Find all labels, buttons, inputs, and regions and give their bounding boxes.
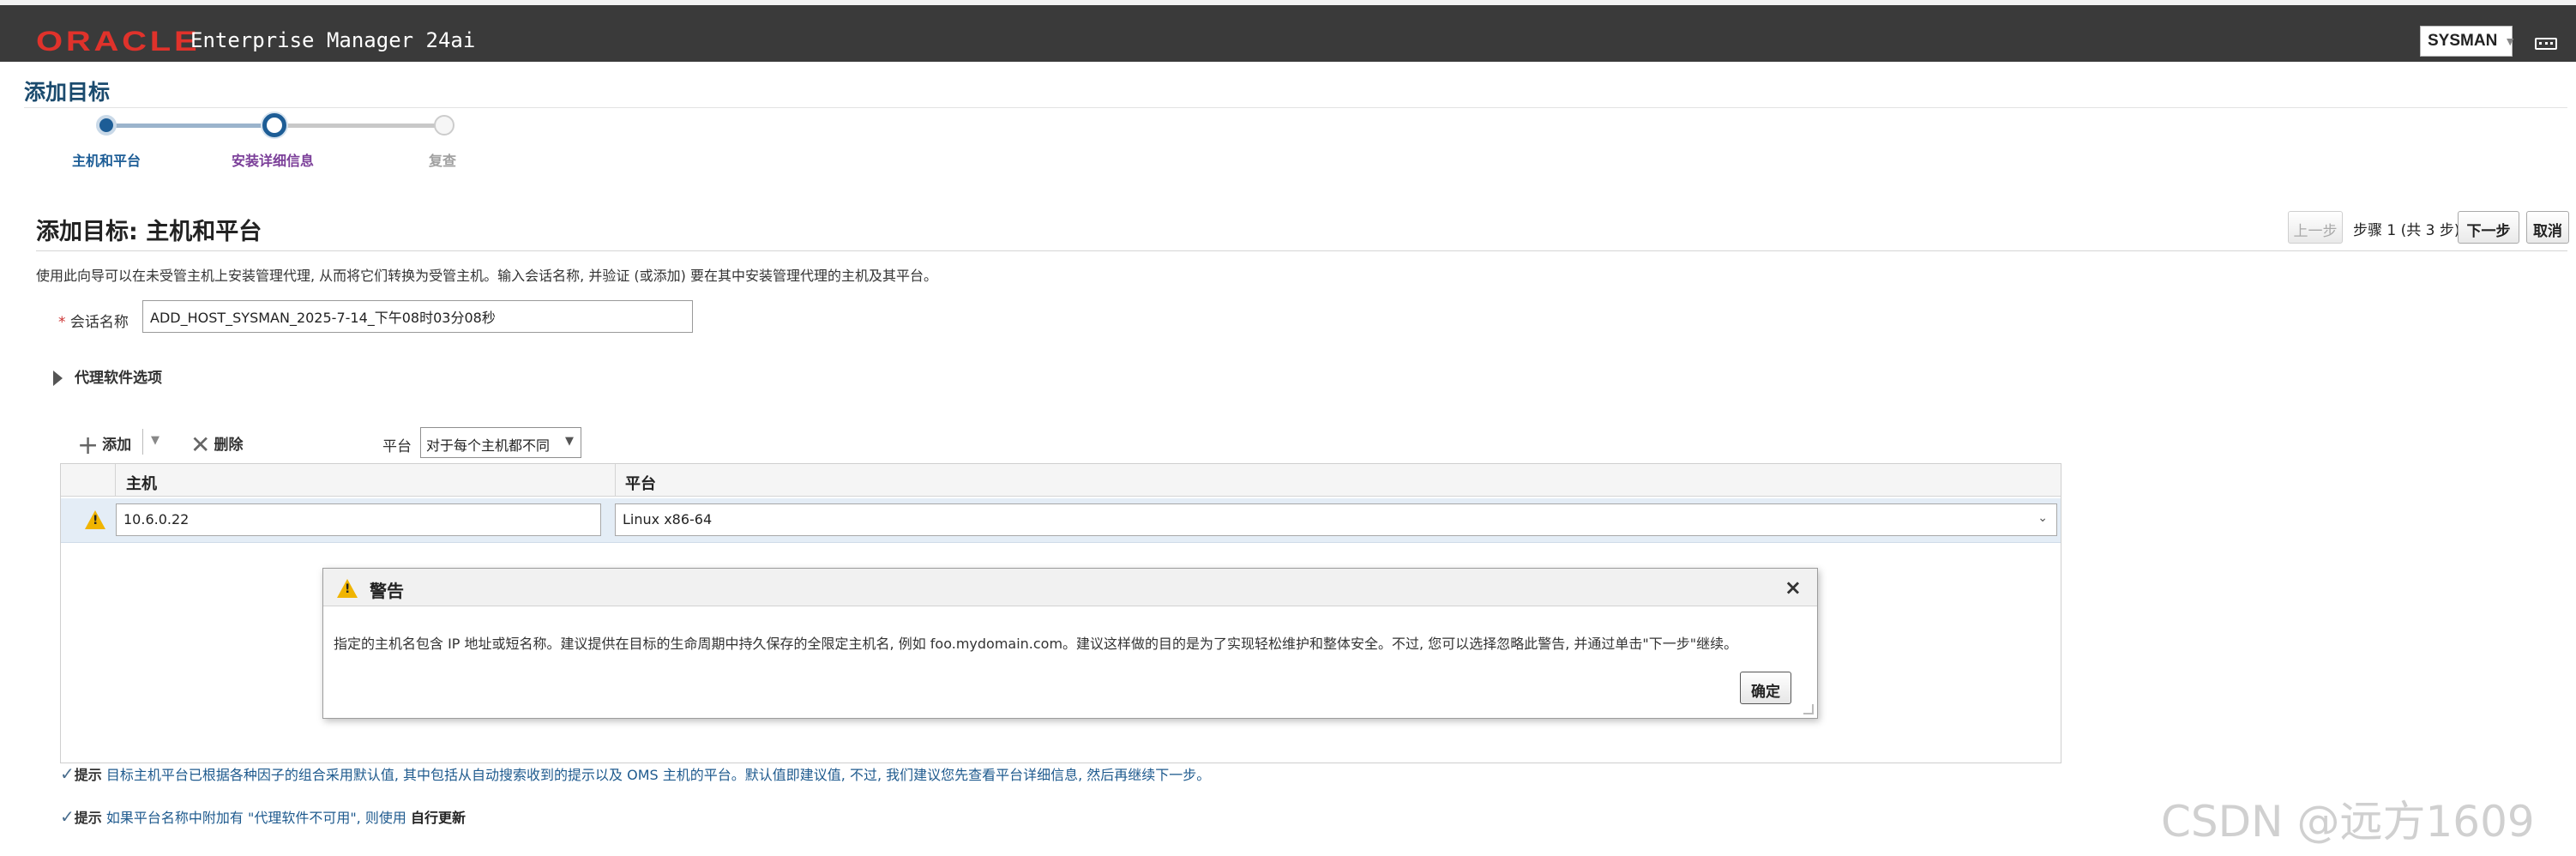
oracle-logo[interactable]: ORACLE xyxy=(36,26,200,57)
train-step-3-label: 复查 xyxy=(429,153,457,169)
toolbar-separator xyxy=(142,429,143,455)
warning-icon: ! xyxy=(85,510,105,529)
dialog-header[interactable]: ! 警告 × xyxy=(323,569,1817,606)
required-marker: * xyxy=(58,314,66,331)
chevron-down-icon: ⌄ xyxy=(2037,511,2048,525)
host-input[interactable]: 10.6.0.22 xyxy=(116,503,601,536)
checkmark-icon: ✓ xyxy=(60,763,75,784)
session-name-label: * 会话名称 xyxy=(58,310,129,331)
train-connector xyxy=(276,124,444,128)
tip-label: 提示 xyxy=(74,767,102,783)
dialog-message: 指定的主机名包含 IP 地址或短名称。建议提供在目标的生命周期中持久保存的全限定… xyxy=(334,636,1738,652)
column-header-host[interactable]: 主机 xyxy=(126,472,157,494)
step-indicator: 步骤 1 (共 3 步) xyxy=(2353,222,2460,239)
train-step-2-dot[interactable] xyxy=(262,113,286,137)
warning-dialog: ! 警告 × 指定的主机名包含 IP 地址或短名称。建议提供在目标的生命周期中持… xyxy=(322,568,1818,719)
self-update-link[interactable]: 自行更新 xyxy=(411,810,466,826)
top-bar: ORACLE Enterprise Manager 24ai SYSMAN ▼ xyxy=(0,0,2576,62)
delete-button[interactable]: ✕ 删除 xyxy=(190,431,243,459)
platform-select-value: 对于每个主机都不同 xyxy=(426,437,551,454)
warning-icon: ! xyxy=(337,579,358,598)
train-step-1-label[interactable]: 主机和平台 xyxy=(72,149,141,170)
plus-icon: + xyxy=(77,431,99,461)
add-dropdown-icon[interactable]: ▼ xyxy=(151,434,159,447)
platform-row-select[interactable]: Linux x86-64 ⌄ xyxy=(615,503,2057,536)
user-name: SYSMAN xyxy=(2428,32,2498,50)
train-step-1-dot[interactable] xyxy=(96,115,117,136)
divider xyxy=(36,250,2567,251)
chevron-down-icon: ▼ xyxy=(565,435,574,448)
user-menu[interactable]: SYSMAN ▼ xyxy=(2420,26,2517,57)
selector-column-header xyxy=(61,464,116,497)
product-name: Enterprise Manager 24ai xyxy=(190,28,476,52)
disclosure-triangle-icon xyxy=(53,371,63,386)
checkmark-icon: ✓ xyxy=(60,806,75,827)
tip-label: 提示 xyxy=(74,810,102,826)
train-connector xyxy=(108,124,276,128)
add-button[interactable]: + 添加 xyxy=(77,431,131,461)
agent-options-label: 代理软件选项 xyxy=(75,370,162,387)
tip-text: 目标主机平台已根据各种因子的组合采用默认值, 其中包括从自动搜索收到的提示以及 … xyxy=(105,767,1211,783)
column-divider xyxy=(615,464,616,497)
agent-options-disclosure[interactable]: 代理软件选项 xyxy=(53,365,162,387)
column-header-platform[interactable]: 平台 xyxy=(625,472,656,494)
dialog-title: 警告 xyxy=(370,581,404,601)
train-step-3-dot xyxy=(434,115,454,136)
tip-2: ✓提示 如果平台名称中附加有 "代理软件不可用", 则使用 自行更新 xyxy=(60,806,466,827)
tip-1: ✓提示 目标主机平台已根据各种因子的组合采用默认值, 其中包括从自动搜索收到的提… xyxy=(60,763,1210,784)
page-title: 添加目标 xyxy=(24,80,111,105)
chevron-down-icon: ▼ xyxy=(2504,34,2517,48)
cancel-button[interactable]: 取消 xyxy=(2526,211,2569,244)
platform-select[interactable]: 对于每个主机都不同 ▼ xyxy=(420,427,581,458)
close-icon[interactable]: × xyxy=(1785,576,1802,600)
delete-label: 删除 xyxy=(214,437,244,454)
platform-label: 平台 xyxy=(382,438,412,455)
intro-text: 使用此向导可以在未受管主机上安装管理代理, 从而将它们转换为受管主机。输入会话名… xyxy=(36,268,938,284)
delete-x-icon: ✕ xyxy=(190,431,211,459)
tip-text: 如果平台名称中附加有 "代理软件不可用", 则使用 xyxy=(105,810,406,826)
back-button[interactable]: 上一步 xyxy=(2288,211,2343,244)
ok-button[interactable]: 确定 xyxy=(1740,672,1791,704)
session-name-input[interactable] xyxy=(142,300,693,333)
session-name-label-text: 会话名称 xyxy=(69,314,129,331)
watermark: CSDN @远方1609 xyxy=(2161,797,2535,847)
next-button[interactable]: 下一步 xyxy=(2458,211,2519,244)
resize-grip-icon[interactable] xyxy=(1803,704,1814,714)
section-title: 添加目标: 主机和平台 xyxy=(36,219,262,245)
hamburger-icon[interactable] xyxy=(2535,38,2557,50)
platform-row-value: Linux x86-64 xyxy=(623,511,713,527)
table-header: 主机 平台 xyxy=(61,464,2061,497)
divider xyxy=(24,107,2567,108)
add-label: 添加 xyxy=(102,437,132,454)
train-step-2-label[interactable]: 安装详细信息 xyxy=(232,149,314,170)
